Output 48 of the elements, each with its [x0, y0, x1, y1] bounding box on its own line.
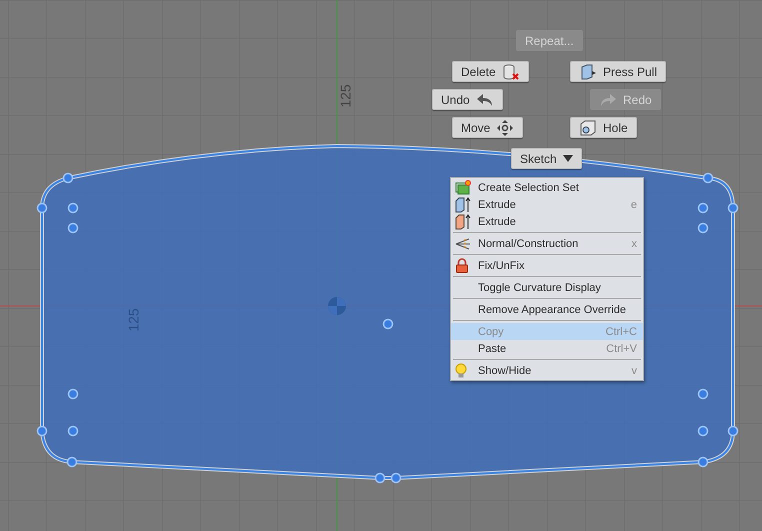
- selection-set-icon: [455, 180, 471, 195]
- extrude-box-icon: [455, 214, 471, 230]
- menu-item[interactable]: Show/Hide v: [451, 362, 643, 379]
- sketch-dropdown[interactable]: Sketch: [511, 148, 582, 169]
- menu-item[interactable]: Toggle Curvature Display: [451, 279, 643, 296]
- sketch-point[interactable]: [68, 426, 78, 436]
- menu-button[interactable]: Hole: [570, 117, 637, 138]
- menu-item[interactable]: Paste Ctrl+V: [451, 340, 643, 357]
- sketch-point[interactable]: [698, 426, 708, 436]
- press-pull-icon: [579, 62, 597, 80]
- sketch-point[interactable]: [702, 172, 714, 184]
- sketch-point[interactable]: [68, 222, 78, 234]
- menu-button[interactable]: Delete: [452, 61, 529, 82]
- sketch-point[interactable]: [68, 388, 78, 400]
- sketch-point[interactable]: [382, 318, 394, 330]
- construction-lines-icon: [455, 236, 471, 250]
- menu-item[interactable]: Normal/Construction x: [451, 235, 643, 252]
- sketch-point[interactable]: [728, 426, 738, 436]
- padlock-icon: [455, 258, 469, 273]
- sketch-point[interactable]: [374, 472, 386, 484]
- menu-item[interactable]: Remove Appearance Override: [451, 301, 643, 318]
- sketch-point[interactable]: [698, 222, 708, 234]
- sketch-point[interactable]: [36, 426, 48, 436]
- move-arrows-icon: [496, 118, 514, 136]
- sketch-point[interactable]: [36, 202, 48, 214]
- cylinder-delete-icon: [502, 62, 520, 80]
- caret-icon: [562, 155, 573, 162]
- sketch-point[interactable]: [62, 172, 74, 184]
- lightbulb-icon: [455, 362, 467, 378]
- menu-item[interactable]: Extrude: [451, 213, 643, 230]
- sketch-point[interactable]: [390, 472, 402, 484]
- sketch-point[interactable]: [68, 202, 78, 214]
- menu-button[interactable]: Press Pull: [570, 61, 666, 82]
- origin-icon: [328, 297, 346, 315]
- sketch-point[interactable]: [698, 456, 708, 468]
- menu-button[interactable]: Move: [452, 117, 524, 138]
- sketch-point[interactable]: [728, 202, 738, 214]
- sketch-point[interactable]: [66, 456, 78, 468]
- hole-cube-icon: [579, 118, 597, 136]
- menu-item[interactable]: Create Selection Set: [451, 179, 643, 196]
- menu-item[interactable]: Extrude e: [451, 196, 643, 213]
- sketch-point[interactable]: [698, 202, 708, 214]
- extrude-box-icon: [455, 196, 471, 212]
- sketch-point[interactable]: [698, 388, 708, 400]
- redo-arrow-icon: [599, 92, 617, 106]
- menu-button[interactable]: Undo: [432, 89, 503, 110]
- undo-arrow-icon: [476, 92, 494, 106]
- menu-item[interactable]: Fix/UnFix: [451, 257, 643, 274]
